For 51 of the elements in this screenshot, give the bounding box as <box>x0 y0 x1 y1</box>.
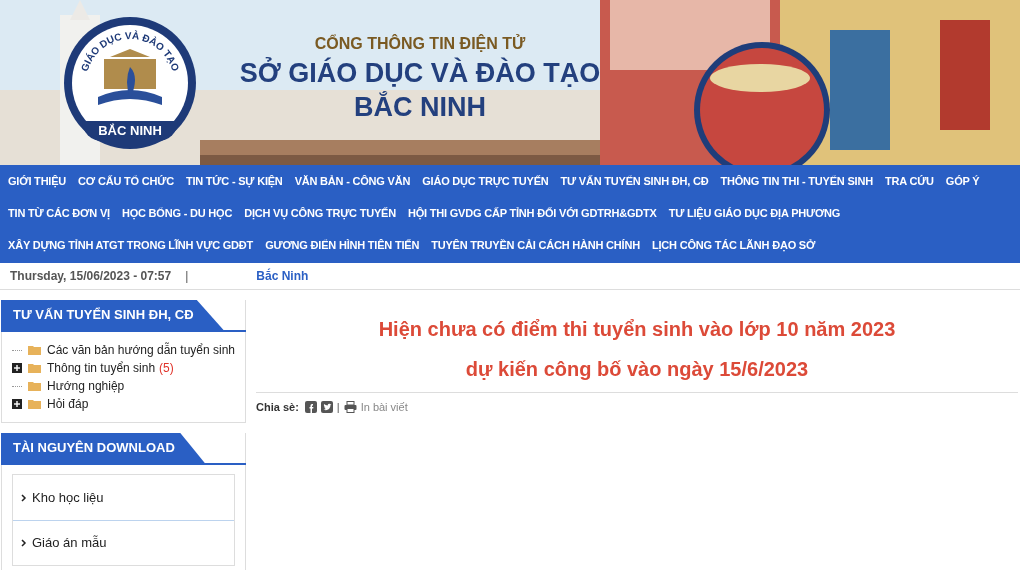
download-link[interactable]: Kho học liệu <box>13 475 234 520</box>
nav-link[interactable]: LỊCH CÔNG TÁC LÃNH ĐẠO SỞ <box>651 229 816 261</box>
folder-icon <box>28 345 41 355</box>
date-time: Thursday, 15/06/2023 - 07:57 <box>10 268 172 285</box>
nav-link[interactable]: GIÁO DỤC TRỰC TUYẾN <box>422 165 549 197</box>
nav-link[interactable]: CƠ CẤU TỔ CHỨC <box>78 165 174 197</box>
nav-link[interactable]: THÔNG TIN THI - TUYỂN SINH <box>720 165 873 197</box>
nav-link[interactable]: TRA CỨU <box>884 165 934 197</box>
nav-link[interactable]: TUYÊN TRUYỀN CẢI CÁCH HÀNH CHÍNH <box>431 229 640 261</box>
panel-heading: TÀI NGUYÊN DOWNLOAD <box>1 433 205 463</box>
separator-text: | <box>336 400 340 415</box>
twitter-icon[interactable] <box>320 401 333 414</box>
nav-link[interactable]: TIN TỨC - SỰ KIỆN <box>185 165 283 197</box>
nav-link[interactable]: DỊCH VỤ CÔNG TRỰC TUYẾN <box>244 197 396 229</box>
nav-link[interactable]: GIỚI THIỆU <box>8 165 67 197</box>
chevron-icon <box>21 493 27 502</box>
nav-link[interactable]: TIN TỪ CÁC ĐƠN VỊ <box>8 197 110 229</box>
banner-subtitle: BẮC NINH <box>354 90 486 124</box>
nav-link[interactable]: VĂN BẢN - CÔNG VĂN <box>294 165 411 197</box>
expand-toggle[interactable] <box>12 399 22 409</box>
banner-title: SỞ GIÁO DỤC VÀ ĐÀO TẠO <box>239 56 601 90</box>
share-label: Chia sè: <box>256 400 299 415</box>
nav-link[interactable]: TƯ LIỆU GIÁO DỤC ĐỊA PHƯƠNG <box>668 197 841 229</box>
separator-text: | <box>185 268 189 285</box>
nav-link[interactable]: GƯƠNG ĐIỂN HÌNH TIÊN TIẾN <box>265 229 420 261</box>
tree-item[interactable]: Các văn bản hướng dẫn tuyển sinh <box>47 341 236 359</box>
chevron-icon <box>21 539 27 547</box>
nav-link[interactable]: HỌC BỔNG - DU HỌC <box>121 197 233 229</box>
panel-heading: TƯ VẤN TUYỂN SINH ĐH, CĐ <box>1 300 224 330</box>
tree-item[interactable]: Hỏi đáp <box>47 395 89 413</box>
tree-item[interactable]: Hướng nghiệp <box>47 377 125 395</box>
nav-link[interactable]: GÓP Ý <box>945 165 980 197</box>
download-link[interactable]: Giáo án mẫu <box>13 520 234 565</box>
expand-toggle[interactable] <box>12 363 22 373</box>
item-count: (5) <box>159 360 174 377</box>
location-text: Bắc Ninh <box>256 267 309 285</box>
nav-link[interactable]: HỘI THI GVDG CẤP TỈNH ĐỐI VỚI GDTRH&GDTX <box>407 197 657 229</box>
tree-item[interactable]: Thông tin tuyển sinh <box>47 359 156 377</box>
facebook-icon[interactable] <box>304 401 317 414</box>
article-headline: Hiện chưa có điểm thi tuyển sinh vào lớp 10 năm 2023 <box>378 317 896 342</box>
tree-line <box>12 385 22 387</box>
article-headline: dự kiến công bố vào ngày 15/6/2023 <box>465 357 809 382</box>
tree-line <box>12 349 22 351</box>
nav-link[interactable]: TƯ VẤN TUYỂN SINH ĐH, CĐ <box>560 165 709 197</box>
folder-icon <box>28 363 41 373</box>
print-link[interactable]: In bài viết <box>360 399 408 416</box>
printer-icon[interactable] <box>343 401 357 414</box>
nav-link[interactable]: XÂY DỰNG TỈNH ATGT TRONG LĨNH VỰC GDĐT <box>8 229 254 261</box>
folder-icon <box>28 399 41 409</box>
banner-kicker: CỔNG THÔNG TIN ĐIỆN TỬ <box>314 33 526 54</box>
folder-icon <box>28 381 41 391</box>
